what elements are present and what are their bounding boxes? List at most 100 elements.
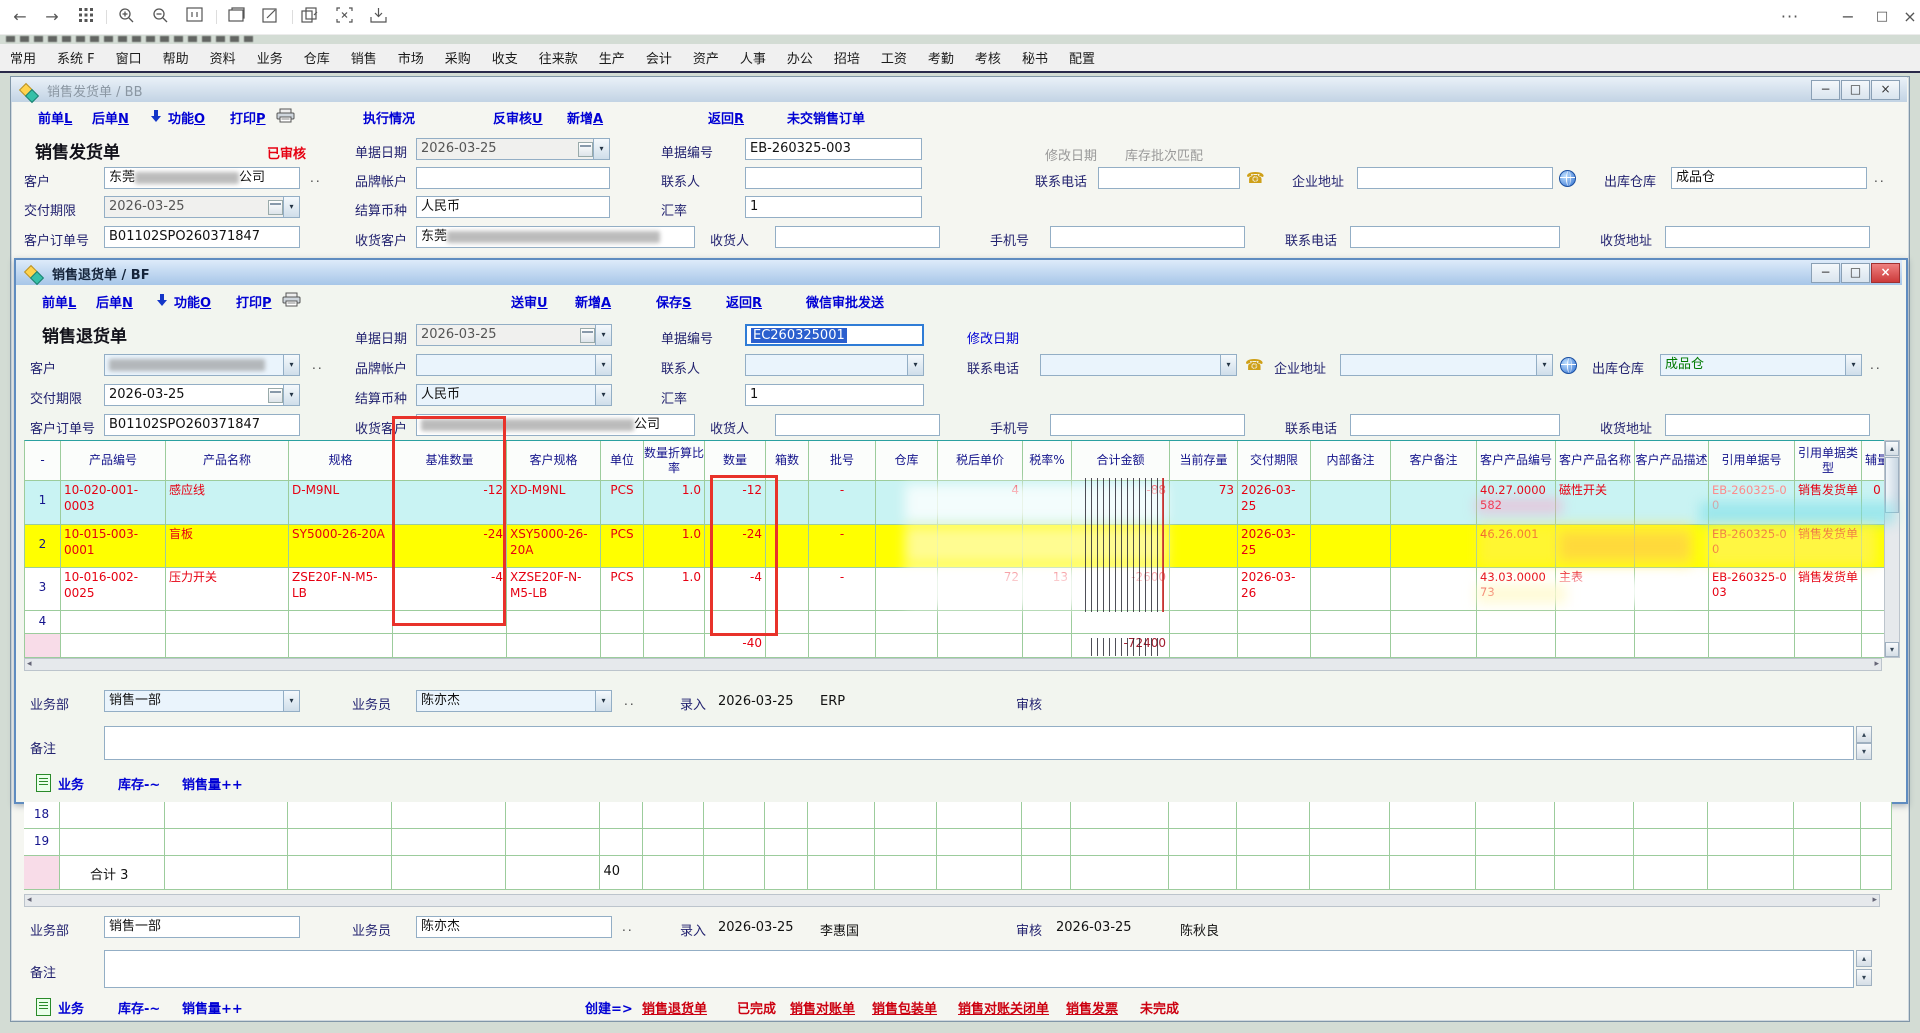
bf-toolbar-新增[interactable]: 新增A	[575, 292, 611, 311]
chain-3[interactable]: 销售对账单	[790, 998, 855, 1017]
cell-batch[interactable]: -	[809, 568, 876, 611]
bf-wh-field[interactable]: 成品仓▾	[1660, 354, 1862, 376]
apps-grid-icon[interactable]	[76, 7, 96, 27]
bf-customer-browse[interactable]: ..	[312, 358, 324, 372]
bb-toolbar-前单[interactable]: 前单L	[38, 108, 72, 127]
chevron-down-icon[interactable]: ▾	[283, 385, 299, 405]
bb-cell-base_qty[interactable]	[392, 829, 506, 856]
cell-unit[interactable]: PCS	[601, 481, 644, 525]
bb-minimize-icon[interactable]: −	[1811, 80, 1840, 100]
bf-minimize-icon[interactable]: −	[1811, 263, 1840, 283]
menu-item-14[interactable]: 资产	[693, 48, 719, 67]
bf-recvp-field[interactable]	[775, 414, 940, 436]
cell-code[interactable]	[61, 611, 166, 634]
bb-cell-amount[interactable]	[1071, 802, 1169, 829]
cell-due[interactable]	[1238, 611, 1311, 634]
cell-ratio[interactable]: 1.0	[644, 525, 705, 568]
bb-cell-spec[interactable]	[288, 802, 392, 829]
bb-cell-unit[interactable]	[600, 829, 643, 856]
cell-stock[interactable]: 73	[1170, 481, 1238, 525]
bb-cell-num[interactable]: 18	[24, 802, 60, 829]
bb-note-down-icon[interactable]: ▾	[1856, 969, 1872, 986]
bb-currency-field[interactable]: 人民币	[416, 196, 610, 218]
bb-cell-batch[interactable]	[808, 802, 875, 829]
bb-cell-wh[interactable]	[875, 802, 937, 829]
bb-mobile-field[interactable]	[1050, 226, 1245, 248]
bb-toolbar-功能[interactable]: 功能O	[168, 108, 205, 127]
bf-footer-sales[interactable]: 销售量++	[182, 774, 243, 793]
cell-amount[interactable]	[1072, 611, 1170, 634]
bb-toolbar-打印[interactable]: 打印P	[230, 108, 266, 127]
bf-tel2-field[interactable]	[1350, 414, 1560, 436]
bb-cell-name[interactable]	[165, 829, 288, 856]
window-close-icon[interactable]: ×	[1900, 7, 1920, 27]
cell-name[interactable]: 盲板	[166, 525, 289, 568]
bb-addr-field[interactable]	[1357, 167, 1553, 189]
bf-bill_no-field[interactable]: EC260325001	[745, 324, 924, 346]
bb-cell-ratio[interactable]	[643, 829, 704, 856]
bb-cell-stock[interactable]	[1169, 829, 1237, 856]
bb-cell-price[interactable]	[937, 802, 1022, 829]
cell-batch[interactable]: -	[809, 481, 876, 525]
menu-item-5[interactable]: 业务	[257, 48, 283, 67]
cell-ratio[interactable]: 1.0	[644, 568, 705, 611]
bf-toolbar-保存[interactable]: 保存S	[656, 292, 691, 311]
bb-cell-wh[interactable]	[875, 829, 937, 856]
menu-item-13[interactable]: 会计	[646, 48, 672, 67]
bf-bill_date-field[interactable]: 2026-03-25▾	[416, 324, 612, 346]
bb-brand-field[interactable]	[416, 167, 610, 189]
menu-item-18[interactable]: 工资	[881, 48, 907, 67]
cell-ratio[interactable]	[644, 611, 705, 634]
bb-cell-ref_type[interactable]	[1794, 802, 1861, 829]
bb-cell-spec[interactable]	[288, 829, 392, 856]
bb-tel2-field[interactable]	[1350, 226, 1560, 248]
chevron-down-icon[interactable]: ▾	[1536, 355, 1552, 375]
calendar-icon[interactable]	[268, 388, 283, 403]
calendar-icon[interactable]	[268, 200, 283, 215]
bb-dept-field[interactable]: 销售一部	[104, 916, 300, 938]
bf-currency-field[interactable]: 人民币▾	[416, 384, 612, 406]
bb-tel-field[interactable]	[1098, 167, 1240, 189]
bf-person-combo[interactable]: 陈亦杰▾	[416, 690, 612, 712]
bf-contact-field[interactable]: ▾	[745, 354, 924, 376]
cell-note_int[interactable]	[1311, 481, 1391, 525]
bf-toolbar-功能[interactable]: 功能O	[174, 292, 211, 311]
cell-cust_name[interactable]: 磁性开关	[1556, 481, 1635, 525]
cell-price[interactable]	[938, 611, 1023, 634]
bf-toolbar-后单[interactable]: 后单N	[96, 292, 133, 311]
cell-cust_name[interactable]	[1556, 611, 1635, 634]
window-minimize-icon[interactable]: −	[1838, 7, 1858, 27]
bb-cell-note_int[interactable]	[1310, 829, 1390, 856]
bb-wh-browse[interactable]: ..	[1874, 171, 1886, 185]
bb-cell-code[interactable]	[60, 829, 165, 856]
bb-cell-aux[interactable]	[1861, 829, 1892, 856]
copy-window-icon[interactable]	[300, 7, 320, 27]
bb-footer-sales[interactable]: 销售量++	[182, 998, 243, 1017]
bb-cell-cust_code[interactable]	[1476, 829, 1555, 856]
bf-note-down-icon[interactable]: ▾	[1856, 743, 1872, 760]
bf-tel-field[interactable]: ▾	[1040, 354, 1237, 376]
bb-recvp-field[interactable]	[775, 226, 940, 248]
cell-stock[interactable]	[1170, 611, 1238, 634]
bb-toolbar-新增[interactable]: 新增A	[567, 108, 603, 127]
bb-toolbar-返回[interactable]: 返回R	[708, 108, 744, 127]
window-maximize-icon[interactable]: □	[1872, 7, 1892, 27]
bf-due-field[interactable]: 2026-03-25▾	[104, 384, 300, 406]
bb-cell-ref_no[interactable]	[1708, 802, 1794, 829]
bb-person-browse[interactable]: ..	[622, 920, 634, 934]
bf-recv_addr-field[interactable]	[1665, 414, 1870, 436]
chevron-down-icon[interactable]: ▾	[283, 355, 299, 375]
menu-item-3[interactable]: 帮助	[163, 48, 189, 67]
bf-printer-icon[interactable]	[282, 292, 301, 311]
cell-name[interactable]: 感应线	[166, 481, 289, 525]
bb-cell-batch[interactable]	[808, 829, 875, 856]
menu-item-17[interactable]: 招培	[834, 48, 860, 67]
cell-due[interactable]: 2026-03-25	[1238, 525, 1311, 568]
bb-cell-qty[interactable]	[704, 829, 765, 856]
menu-item-22[interactable]: 配置	[1069, 48, 1095, 67]
bf-toolbar-返回[interactable]: 返回R	[726, 292, 762, 311]
bf-mobile-field[interactable]	[1050, 414, 1245, 436]
cell-note_int[interactable]	[1311, 568, 1391, 611]
calendar-icon[interactable]	[580, 328, 595, 343]
menu-item-19[interactable]: 考勤	[928, 48, 954, 67]
